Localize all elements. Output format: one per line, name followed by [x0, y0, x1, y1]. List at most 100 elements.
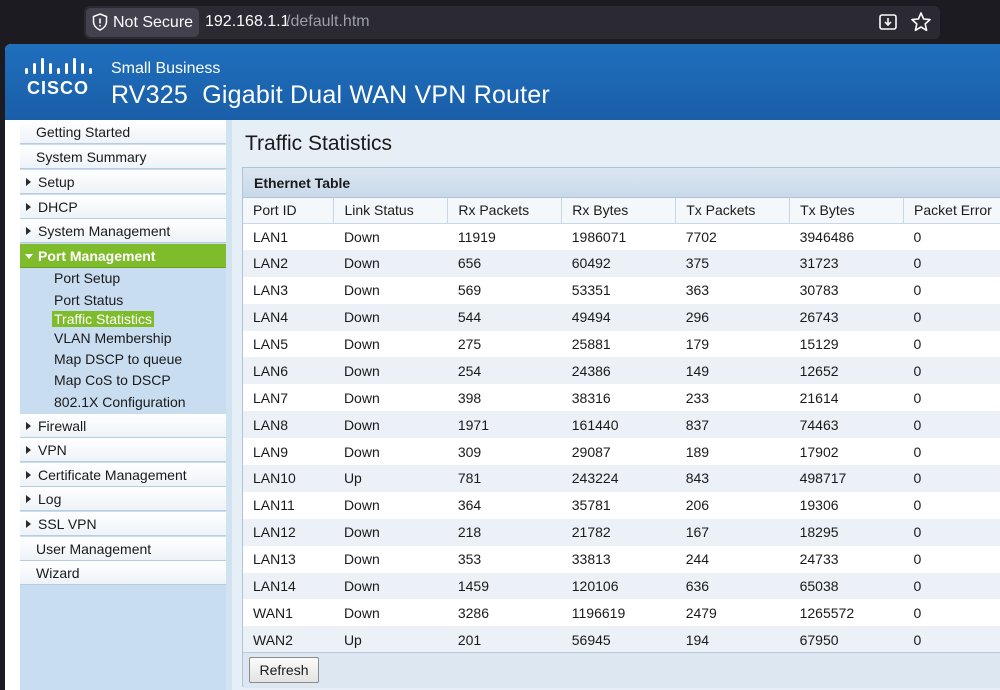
table-cell: 2479 — [685, 604, 717, 621]
expand-arrow-icon — [26, 227, 31, 235]
table-cell: 11919 — [457, 228, 496, 245]
ethernet-table-panel: Ethernet Table Port ID Link Status Rx Pack… — [242, 167, 1000, 688]
sidebar-item-dhcp[interactable]: DHCP — [20, 195, 227, 219]
subitem-vlan-membership[interactable]: VLAN Membership — [54, 330, 172, 346]
sidebar-item-getting-started[interactable]: Getting Started — [20, 120, 227, 144]
table-cell: LAN12 — [253, 524, 296, 541]
subitem-port-status[interactable]: Port Status — [54, 292, 123, 308]
table-cell: 149 — [685, 362, 710, 379]
sidebar-item-label: Setup — [38, 174, 75, 190]
table-cell: 363 — [685, 282, 710, 299]
expand-arrow-icon — [26, 446, 31, 454]
column-header: Rx Bytes — [561, 198, 677, 224]
table-cell: 49494 — [571, 309, 611, 326]
table-cell: 243224 — [571, 470, 619, 487]
table-cell: LAN5 — [253, 336, 289, 352]
column-header: Rx Packets — [447, 198, 563, 224]
sidebar-item-label: SSL VPN — [38, 516, 97, 532]
sidebar-item-certificate-management[interactable]: Certificate Management — [20, 463, 227, 487]
cisco-logo-icon: CISCO — [25, 58, 92, 98]
sidebar-item-vpn[interactable]: VPN — [20, 438, 227, 462]
sidebar-item-ssl-vpn[interactable]: SSL VPN — [20, 512, 227, 536]
sidebar-item-label: DHCP — [38, 199, 78, 215]
table-cell: 244 — [685, 551, 710, 568]
sidebar-item-system-summary[interactable]: System Summary — [20, 145, 227, 169]
table-cell: 33813 — [571, 551, 611, 568]
table-row: LAN7 Down 398 38316 233 21614 0 — [243, 384, 1000, 412]
sidebar-item-label: Certificate Management — [38, 467, 187, 483]
sidebar-item-log[interactable]: Log — [20, 487, 227, 511]
table-row: LAN1 Down 11919 1986071 7702 3946486 0 — [243, 223, 1000, 250]
table-cell: Down — [343, 336, 380, 352]
subitem-map-dscp-to-queue[interactable]: Map DSCP to queue — [54, 351, 182, 367]
sidebar-item-user-management[interactable]: User Management — [20, 537, 227, 561]
bookmark-star-icon[interactable] — [910, 11, 932, 33]
refresh-button[interactable]: Refresh — [249, 657, 319, 683]
subitem-traffic-statistics[interactable]: Traffic Statistics — [52, 311, 155, 327]
table-cell: 0 — [913, 282, 922, 299]
subitem-8021x-configuration[interactable]: 802.1X Configuration — [54, 394, 186, 410]
table-cell: 0 — [913, 578, 922, 595]
product-title: RV325 Gigabit Dual WAN VPN Router — [111, 81, 550, 109]
table-cell: Down — [343, 228, 380, 245]
table-cell: 67950 — [799, 631, 839, 648]
subitem-port-setup[interactable]: Port Setup — [54, 270, 120, 286]
sidebar-item-port-management[interactable]: Port Management — [20, 244, 227, 268]
table-cell: Down — [343, 309, 380, 326]
table-cell: 161440 — [571, 416, 619, 433]
save-page-icon[interactable] — [878, 12, 898, 32]
table-cell: 24733 — [799, 551, 839, 568]
table-cell: 0 — [913, 309, 922, 326]
table-cell: 0 — [913, 604, 922, 621]
table-cell: Down — [343, 524, 380, 541]
table-cell: 7702 — [685, 228, 717, 245]
table-cell: Down — [343, 443, 380, 460]
table-cell: 206 — [685, 497, 710, 514]
table-cell: LAN7 — [253, 389, 289, 406]
table-cell: 1459 — [457, 578, 489, 595]
sidebar-item-label: User Management — [36, 541, 152, 557]
table-cell: LAN6 — [253, 362, 289, 379]
table-row: LAN3 Down 569 53351 363 30783 0 — [243, 276, 1000, 304]
table-cell: 167 — [685, 524, 710, 541]
table-cell: 544 — [457, 309, 482, 326]
table-cell: 179 — [685, 336, 710, 352]
table-cell: 18295 — [799, 524, 839, 541]
table-cell: 375 — [685, 255, 710, 272]
sidebar-item-wizard[interactable]: Wizard — [20, 561, 227, 585]
collapse-arrow-icon — [25, 254, 33, 259]
table-cell: 31723 — [799, 255, 839, 272]
button-bar: Refresh — [243, 652, 1000, 688]
browser-toolbar: Not Secure 192.168.1.1 /default.htm — [0, 0, 1000, 44]
table-cell: Down — [343, 578, 380, 595]
subitem-map-cos-to-dscp[interactable]: Map CoS to DSCP — [54, 372, 171, 388]
table-cell: 3946486 — [799, 228, 855, 245]
table-cell: 189 — [685, 443, 710, 460]
sidebar-item-label: VPN — [38, 442, 67, 458]
table-row: LAN12 Down 218 21782 167 18295 0 — [243, 518, 1000, 546]
expand-arrow-icon — [26, 495, 31, 503]
table-row: LAN2 Down 656 60492 375 31723 0 — [243, 249, 1000, 277]
table-cell: LAN8 — [253, 416, 289, 433]
table-cell: 19306 — [799, 497, 839, 514]
table-cell: 0 — [913, 389, 922, 406]
table-cell: LAN1 — [253, 228, 289, 245]
main-content: Traffic Statistics Ethernet Table Port I… — [232, 120, 1000, 690]
table-cell: 0 — [913, 228, 922, 245]
table-cell: Down — [343, 497, 380, 514]
sidebar-item-setup[interactable]: Setup — [20, 170, 227, 194]
table-cell: LAN4 — [253, 309, 289, 326]
table-cell: 1971 — [457, 416, 489, 433]
sidebar-item-firewall[interactable]: Firewall — [20, 414, 227, 438]
sidebar-item-system-management[interactable]: System Management — [20, 219, 227, 243]
table-cell: 29087 — [571, 443, 611, 460]
table-cell: 0 — [913, 336, 922, 352]
table-cell: 0 — [913, 255, 922, 272]
sidebar-item-label: Log — [38, 491, 62, 507]
table-cell: 569 — [457, 282, 482, 299]
table-cell: Down — [343, 604, 380, 621]
table-cell: 3286 — [457, 604, 489, 621]
table-cell: 0 — [913, 631, 922, 648]
table-cell: 30783 — [799, 282, 839, 299]
table-cell: WAN2 — [253, 631, 293, 648]
